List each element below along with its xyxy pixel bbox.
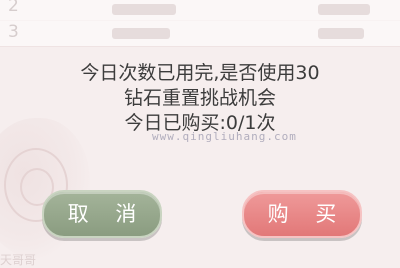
blurred-score [318, 4, 370, 15]
buy-button-label: 购 买 [267, 202, 347, 226]
buy-button[interactable]: 购 买 [242, 190, 362, 238]
cancel-button[interactable]: 取 消 [42, 190, 162, 238]
blurred-score [318, 28, 364, 39]
background-caption: 天哥哥 [0, 253, 37, 267]
dialog-message: 今日次数已用完,是否使用30 钻石重置挑战机会 今日已购买:0/1次 [0, 61, 400, 136]
background-row: 2 [0, 0, 400, 21]
message-line: 今日次数已用完,是否使用30 [80, 62, 320, 84]
watermark: www.qingliuhang.com [152, 130, 297, 143]
background-row: 3 [0, 20, 400, 47]
blurred-name [112, 28, 170, 39]
background-rank-number: 3 [8, 22, 19, 42]
blurred-name [112, 4, 176, 15]
background-rank-number: 2 [8, 0, 19, 16]
background-ranking-list: 2 3 [0, 0, 400, 60]
cancel-button-label: 取 消 [67, 202, 147, 226]
message-line: 钻石重置挑战机会 [123, 87, 276, 109]
